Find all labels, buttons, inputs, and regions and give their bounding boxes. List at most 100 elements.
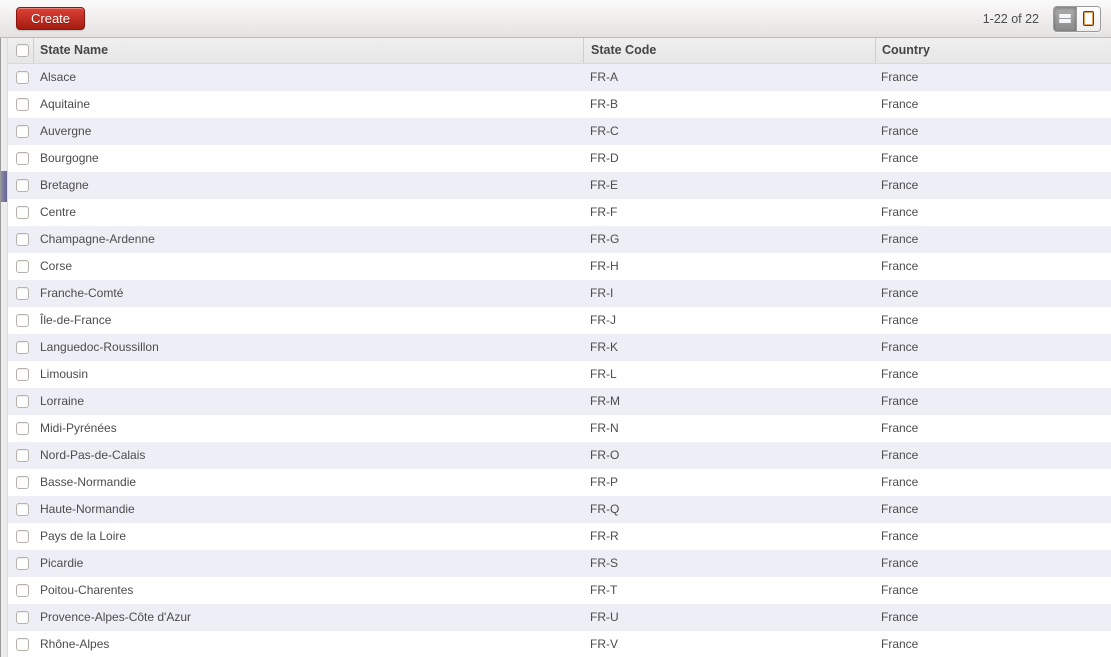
cell-country: France [881,421,919,435]
cell-state-code: FR-F [590,205,618,219]
cell-state-name: Aquitaine [40,97,91,111]
column-header-state-name[interactable]: State Name [34,38,583,63]
row-checkbox-cell [8,253,34,280]
cell-state-code: FR-B [590,97,618,111]
toolbar: Create 1-22 of 22 [0,0,1111,38]
row-checkbox[interactable] [16,449,29,462]
cell-state-code: FR-H [590,259,619,273]
table-row[interactable]: Auvergne FR-C France [8,118,1111,145]
cell-state-code: FR-N [590,421,619,435]
row-checkbox[interactable] [16,476,29,489]
cell-state-code: FR-U [590,610,619,624]
create-button[interactable]: Create [16,7,86,30]
cell-state-name: Pays de la Loire [40,529,127,543]
select-all-checkbox[interactable] [16,44,29,57]
cell-country: France [881,313,919,327]
cell-state-code: FR-D [590,151,619,165]
table-row[interactable]: Aquitaine FR-B France [8,91,1111,118]
row-checkbox[interactable] [16,71,29,84]
row-checkbox-cell [8,91,34,118]
table-header-row: State Name State Code Country [8,38,1111,64]
table-row[interactable]: Lorraine FR-M France [8,388,1111,415]
row-checkbox[interactable] [16,260,29,273]
table-row[interactable]: Provence-Alpes-Côte d'Azur FR-U France [8,604,1111,631]
table-row[interactable]: Nord-Pas-de-Calais FR-O France [8,442,1111,469]
row-checkbox-cell [8,469,34,496]
row-checkbox-cell [8,442,34,469]
row-checkbox[interactable] [16,179,29,192]
row-checkbox[interactable] [16,368,29,381]
row-checkbox-cell [8,604,34,631]
row-checkbox[interactable] [16,98,29,111]
cell-country: France [881,448,919,462]
cell-country: France [881,529,919,543]
table-row[interactable]: Bourgogne FR-D France [8,145,1111,172]
cell-state-code: FR-S [590,556,618,570]
table-row[interactable]: Haute-Normandie FR-Q France [8,496,1111,523]
form-view-button[interactable] [1077,6,1100,31]
cell-state-name: Rhône-Alpes [40,637,110,651]
cell-state-name: Bourgogne [40,151,99,165]
cell-country: France [881,502,919,516]
left-sidebar-edge [0,38,8,657]
cell-country: France [881,178,919,192]
cell-country: France [881,367,919,381]
column-header-state-code[interactable]: State Code [583,38,875,63]
row-checkbox[interactable] [16,341,29,354]
table-row[interactable]: Centre FR-F France [8,199,1111,226]
row-checkbox[interactable] [16,503,29,516]
table-row[interactable]: Corse FR-H France [8,253,1111,280]
column-header-country[interactable]: Country [875,38,1111,63]
row-checkbox[interactable] [16,206,29,219]
view-switcher [1053,5,1101,32]
cell-country: France [881,394,919,408]
row-checkbox[interactable] [16,395,29,408]
cell-state-code: FR-K [590,340,618,354]
cell-country: France [881,556,919,570]
table-row[interactable]: Midi-Pyrénées FR-N France [8,415,1111,442]
cell-state-name: Limousin [40,367,89,381]
table-row[interactable]: Picardie FR-S France [8,550,1111,577]
row-checkbox[interactable] [16,557,29,570]
row-checkbox[interactable] [16,638,29,651]
table-row[interactable]: Languedoc-Roussillon FR-K France [8,334,1111,361]
cell-state-code: FR-O [590,448,620,462]
cell-country: France [881,286,919,300]
row-checkbox[interactable] [16,287,29,300]
list-view-button[interactable] [1054,6,1077,31]
row-checkbox[interactable] [16,233,29,246]
cell-state-name: Centre [40,205,77,219]
table-row[interactable]: Bretagne FR-E France [8,172,1111,199]
row-checkbox-cell [8,577,34,604]
row-checkbox[interactable] [16,530,29,543]
active-menu-indicator [1,171,7,202]
page-outline-icon [1083,11,1094,26]
table-row[interactable]: Rhône-Alpes FR-V France [8,631,1111,657]
row-checkbox-cell [8,145,34,172]
table-row[interactable]: Limousin FR-L France [8,361,1111,388]
row-checkbox[interactable] [16,584,29,597]
table-row[interactable]: Basse-Normandie FR-P France [8,469,1111,496]
pager-range: 1-22 of 22 [982,11,1039,26]
row-checkbox[interactable] [16,422,29,435]
row-checkbox[interactable] [16,152,29,165]
row-checkbox[interactable] [16,314,29,327]
table-row[interactable]: Alsace FR-A France [8,64,1111,91]
row-checkbox-cell [8,199,34,226]
cell-state-name: Alsace [40,70,77,84]
row-checkbox-cell [8,172,34,199]
table-row[interactable]: Champagne-Ardenne FR-G France [8,226,1111,253]
table-row[interactable]: Île-de-France FR-J France [8,307,1111,334]
row-checkbox-cell [8,415,34,442]
cell-country: France [881,70,919,84]
cell-country: France [881,475,919,489]
row-checkbox[interactable] [16,611,29,624]
cell-state-name: Nord-Pas-de-Calais [40,448,146,462]
cell-state-code: FR-L [590,367,617,381]
table-row[interactable]: Franche-Comté FR-I France [8,280,1111,307]
table-row[interactable]: Poitou-Charentes FR-T France [8,577,1111,604]
cell-state-code: FR-J [590,313,616,327]
table-row[interactable]: Pays de la Loire FR-R France [8,523,1111,550]
row-checkbox-cell [8,64,34,91]
row-checkbox[interactable] [16,125,29,138]
